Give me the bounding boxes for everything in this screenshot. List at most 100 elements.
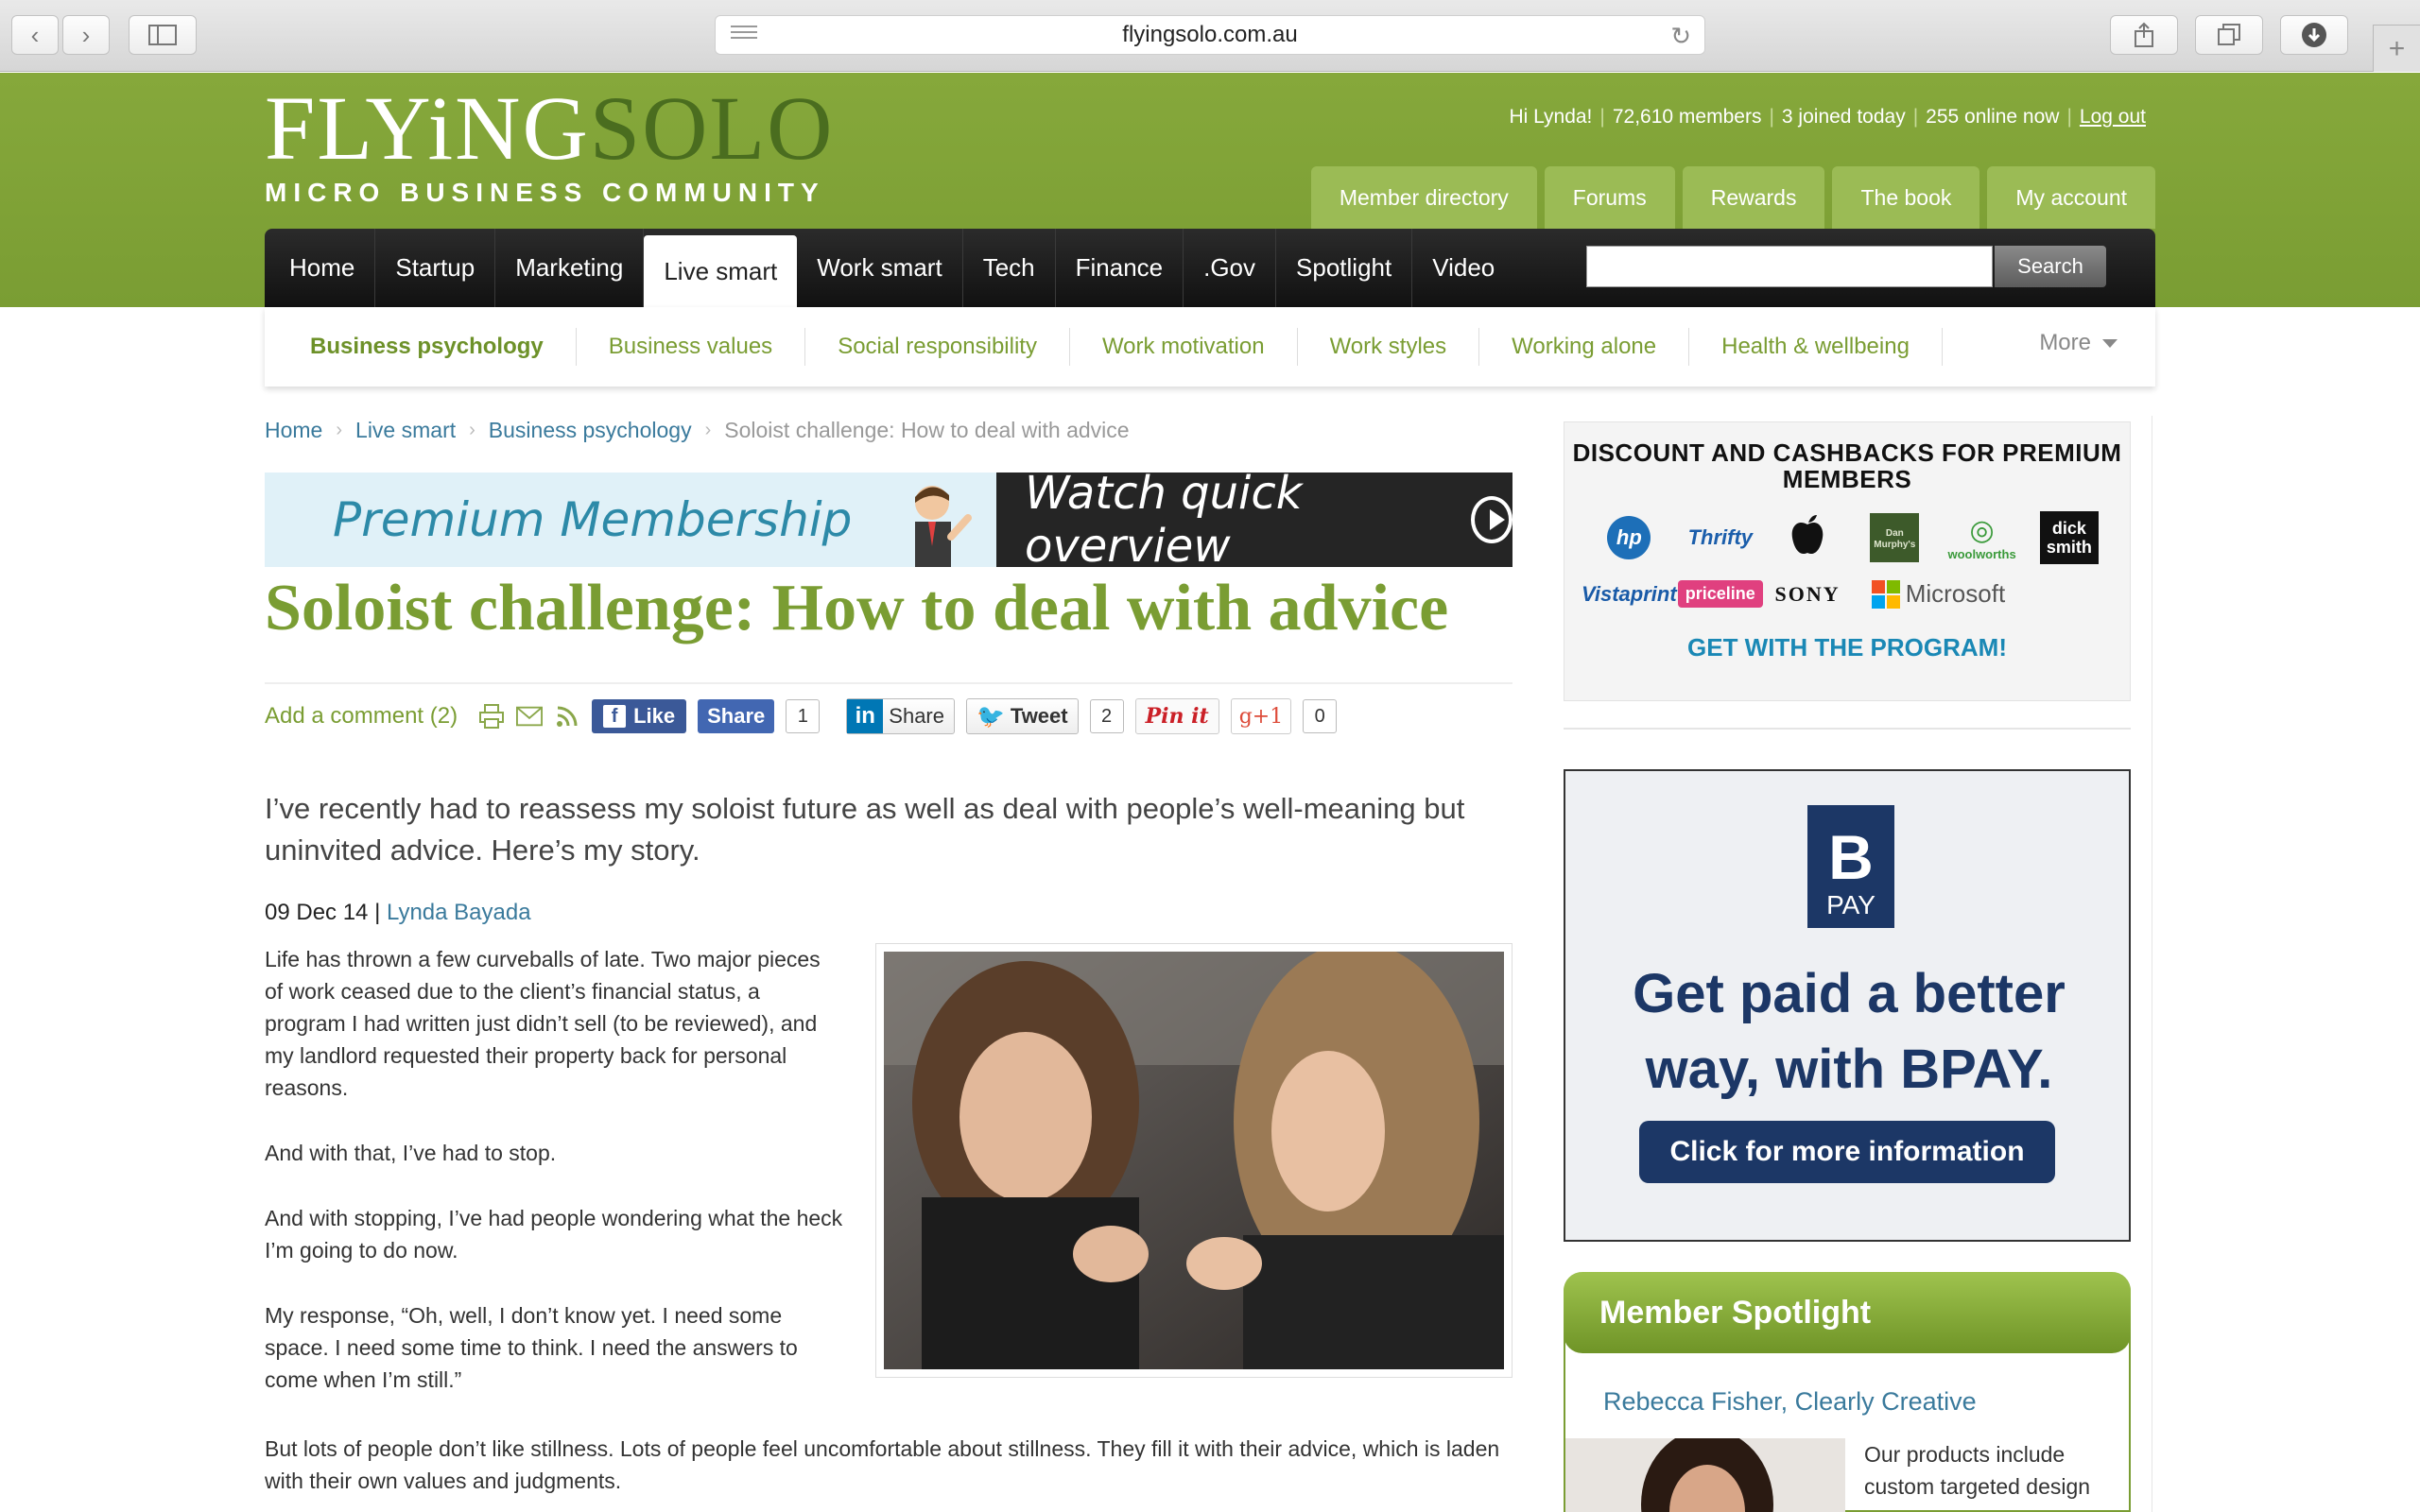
- pinterest-button[interactable]: Pin it: [1134, 698, 1219, 734]
- member-greeting: Hi Lynda!: [1509, 106, 1593, 128]
- tab-the-book[interactable]: The book: [1832, 166, 1980, 229]
- brand-logos: hp Thrifty Dan Murphy's ◎ woolworths dick…: [1564, 492, 2130, 609]
- nav-spotlight[interactable]: Spotlight: [1276, 229, 1413, 307]
- facebook-like-button[interactable]: f Like: [592, 699, 687, 733]
- article-title: Soloist challenge: How to deal with advi…: [265, 572, 1449, 644]
- bpay-ad[interactable]: B PAY Get paid a better way, with BPAY. …: [1564, 769, 2131, 1242]
- share-bar: Add a comment (2) f Like Share 1 in Share …: [265, 682, 1512, 745]
- bpay-more-info-button[interactable]: Click for more information: [1639, 1121, 2055, 1183]
- dan-murphys-logo: Dan Murphy's: [1851, 513, 1938, 562]
- spotlight-member-link[interactable]: Rebecca Fisher, Clearly Creative: [1603, 1387, 1977, 1417]
- bpay-headline: Get paid a better way, with BPAY.: [1633, 963, 2066, 1100]
- site-logo[interactable]: FLYiNGSOLO MICRO BUSINESS COMMUNITY: [265, 83, 870, 225]
- reload-icon[interactable]: ↻: [1670, 22, 1691, 51]
- sidebar-button[interactable]: [129, 15, 197, 55]
- article-paragraph: Life has thrown a few curveballs of late…: [265, 947, 821, 1100]
- back-button[interactable]: ‹: [11, 15, 59, 55]
- linkedin-share-button[interactable]: in Share: [846, 698, 955, 734]
- microsoft-logo: Microsoft: [1851, 579, 2026, 609]
- search-input[interactable]: [1586, 246, 1993, 287]
- browser-toolbar: ‹ › flyingsolo.com.au ↻ +: [0, 0, 2420, 72]
- tab-forums[interactable]: Forums: [1544, 166, 1675, 229]
- facebook-share-count: 1: [786, 699, 821, 733]
- nav-startup[interactable]: Startup: [375, 229, 496, 307]
- article-intro: I’ve recently had to reassess my soloist…: [265, 792, 1465, 867]
- breadcrumb-live-smart[interactable]: Live smart: [355, 418, 456, 443]
- logout-link[interactable]: Log out: [2080, 106, 2146, 129]
- article-paragraph: My response, “Oh, well, I don’t know yet…: [265, 1303, 798, 1392]
- breadcrumb-current: Soloist challenge: How to deal with advi…: [724, 418, 1130, 442]
- breadcrumb-home[interactable]: Home: [265, 418, 322, 443]
- tab-member-directory[interactable]: Member directory: [1310, 166, 1537, 229]
- article-body: Life has thrown a few curveballs of late…: [265, 943, 843, 1429]
- plus-icon: +: [2388, 32, 2406, 64]
- chevron-right-icon: ›: [469, 420, 475, 440]
- subnav-more[interactable]: More: [2039, 330, 2118, 356]
- tweet-count: 2: [1089, 699, 1124, 733]
- facebook-share-button[interactable]: Share: [698, 699, 775, 733]
- email-icon[interactable]: [516, 703, 544, 730]
- tab-rewards[interactable]: Rewards: [1682, 166, 1825, 229]
- breadcrumb-business-psychology[interactable]: Business psychology: [489, 418, 692, 443]
- breadcrumb: Home › Live smart › Business psychology …: [265, 418, 1130, 443]
- spotlight-member-photo[interactable]: [1565, 1438, 1845, 1512]
- new-tab-button[interactable]: +: [2373, 25, 2420, 72]
- article-date: 09 Dec 14: [265, 900, 369, 925]
- tabs-icon: [2218, 24, 2240, 45]
- nav-finance[interactable]: Finance: [1056, 229, 1184, 307]
- nav-gov[interactable]: .Gov: [1184, 229, 1277, 307]
- nav-home[interactable]: Home: [265, 229, 376, 307]
- address-bar[interactable]: flyingsolo.com.au ↻: [715, 15, 1705, 55]
- print-icon[interactable]: [478, 703, 505, 730]
- spotlight-blurb: Our products include custom targeted des…: [1864, 1442, 2091, 1499]
- nav-marketing[interactable]: Marketing: [495, 229, 645, 307]
- nav-work-smart[interactable]: Work smart: [797, 229, 963, 307]
- reader-icon[interactable]: [731, 26, 757, 44]
- premium-membership-banner[interactable]: Premium Membership Watch quick overview: [265, 467, 1512, 573]
- woolworths-logo: ◎ woolworths: [1947, 515, 2016, 561]
- subnav-work-motivation[interactable]: Work motivation: [1070, 328, 1298, 366]
- vistaprint-logo: Vistaprint: [1582, 581, 1677, 606]
- add-comment-link[interactable]: Add a comment (2): [265, 703, 458, 730]
- tweet-button[interactable]: 🐦 Tweet: [966, 698, 1079, 734]
- subnav-social-responsibility[interactable]: Social responsibility: [805, 328, 1070, 366]
- watch-overview-text: Watch quick overview: [1025, 467, 1303, 573]
- downloads-button[interactable]: [2280, 15, 2348, 55]
- cartoon-man-icon: [915, 486, 972, 567]
- premium-banner-text: Premium Membership: [333, 492, 853, 547]
- discount-ad-title: DISCOUNT AND CASHBACKS FOR PREMIUM MEMBE…: [1572, 438, 2122, 493]
- tabs-button[interactable]: [2195, 15, 2263, 55]
- account-tabs: Member directory Forums Rewards The book…: [1310, 166, 2155, 229]
- tab-my-account[interactable]: My account: [1987, 166, 2155, 229]
- logo-tagline: MICRO BUSINESS COMMUNITY: [265, 178, 825, 207]
- subnav-work-styles[interactable]: Work styles: [1298, 328, 1480, 366]
- subnav-business-values[interactable]: Business values: [577, 328, 806, 366]
- forward-button[interactable]: ›: [62, 15, 110, 55]
- subnav-working-alone[interactable]: Working alone: [1479, 328, 1690, 366]
- subnav-business-psychology[interactable]: Business psychology: [278, 328, 577, 366]
- nav-tech[interactable]: Tech: [963, 229, 1056, 307]
- nav-video[interactable]: Video: [1412, 229, 1514, 307]
- author-link[interactable]: Lynda Bayada: [387, 900, 531, 925]
- search-button[interactable]: Search: [1995, 246, 2106, 287]
- main-nav: Home Startup Marketing Live smart Work s…: [265, 229, 2155, 307]
- subnav-health-wellbeing[interactable]: Health & wellbeing: [1689, 328, 1943, 366]
- discount-cashback-ad[interactable]: DISCOUNT AND CASHBACKS FOR PREMIUM MEMBE…: [1564, 421, 2131, 701]
- hp-logo: hp: [1582, 516, 1677, 559]
- discount-ad-cta: GET WITH THE PROGRAM!: [1687, 633, 2007, 662]
- share-button[interactable]: [2110, 15, 2178, 55]
- joined-today: 3 joined today: [1781, 106, 1906, 128]
- google-plus-button[interactable]: g+1: [1230, 698, 1292, 734]
- bpay-logo: B PAY: [1807, 805, 1894, 928]
- rss-icon[interactable]: [554, 703, 580, 730]
- priceline-logo: priceline: [1677, 580, 1764, 608]
- facebook-icon: f: [603, 705, 627, 728]
- caret-down-icon: [2102, 338, 2118, 348]
- apple-logo-icon: [1764, 513, 1851, 562]
- google-plus-count: 0: [1303, 699, 1338, 733]
- sidebar-icon: [148, 25, 177, 45]
- share-icon: [2135, 22, 2153, 47]
- article-paragraph: And with that, I’ve had to stop.: [265, 1141, 557, 1165]
- nav-live-smart[interactable]: Live smart: [644, 235, 798, 307]
- member-spotlight: Member Spotlight Rebecca Fisher, Clearly…: [1564, 1272, 2131, 1512]
